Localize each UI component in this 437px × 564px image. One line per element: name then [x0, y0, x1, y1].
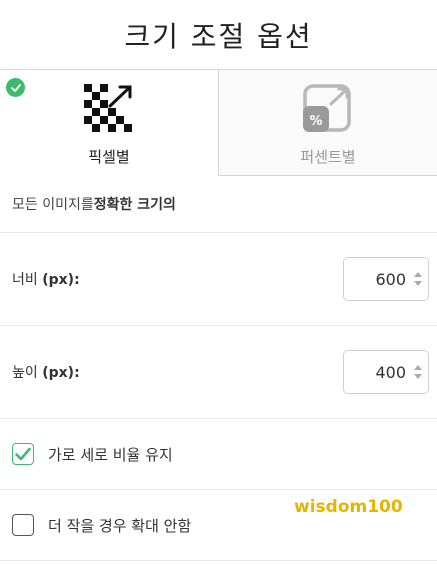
tab-label-pixel: 픽셀별	[88, 148, 130, 166]
option-keep-aspect-ratio[interactable]: 가로 세로 비율 유지	[0, 419, 437, 490]
pixel-resize-icon	[84, 84, 134, 138]
width-value: 600	[375, 269, 406, 289]
width-stepper[interactable]	[414, 272, 422, 286]
tab-by-pixel[interactable]: 픽셀별	[0, 70, 218, 176]
resize-mode-tabs: 픽셀별 % 퍼센트별	[0, 70, 437, 176]
watermark-text: wisdom100	[294, 497, 403, 517]
page-title: 크기 조절 옵션	[124, 19, 313, 53]
width-label-text: 너비	[12, 272, 38, 288]
height-stepper[interactable]	[414, 365, 422, 379]
height-label: 높이 (px):	[12, 362, 80, 382]
percent-resize-icon: %	[303, 84, 353, 138]
description-prefix: 모든 이미지를	[12, 197, 94, 213]
width-row: 너비 (px): 600	[0, 233, 437, 326]
stepper-down-icon[interactable]	[414, 281, 422, 286]
keep-aspect-ratio-checkbox[interactable]	[12, 443, 34, 465]
height-row: 높이 (px): 400	[0, 326, 437, 419]
height-label-unit: (px):	[42, 365, 80, 381]
stepper-up-icon[interactable]	[414, 272, 422, 277]
height-input[interactable]: 400	[343, 350, 429, 394]
width-label-unit: (px):	[42, 272, 80, 288]
description-emphasis: 정확한 크기의	[93, 197, 176, 213]
stepper-up-icon[interactable]	[414, 365, 422, 370]
svg-text:%: %	[309, 114, 322, 129]
width-input[interactable]: 600	[343, 257, 429, 301]
stepper-down-icon[interactable]	[414, 374, 422, 379]
tab-by-percent[interactable]: % 퍼센트별	[218, 70, 437, 175]
height-value: 400	[375, 362, 406, 382]
tab-label-percent: 퍼센트별	[300, 148, 356, 166]
selected-check-icon	[6, 78, 25, 97]
page-title-bar: 크기 조절 옵션	[0, 0, 437, 70]
height-label-text: 높이	[12, 365, 38, 381]
width-label: 너비 (px):	[12, 269, 80, 289]
resize-description: 모든 이미지를 정확한 크기의	[0, 176, 437, 233]
no-upscale-checkbox[interactable]	[12, 514, 34, 536]
keep-aspect-ratio-label: 가로 세로 비율 유지	[48, 445, 173, 464]
no-upscale-label: 더 작을 경우 확대 안함	[48, 516, 192, 535]
